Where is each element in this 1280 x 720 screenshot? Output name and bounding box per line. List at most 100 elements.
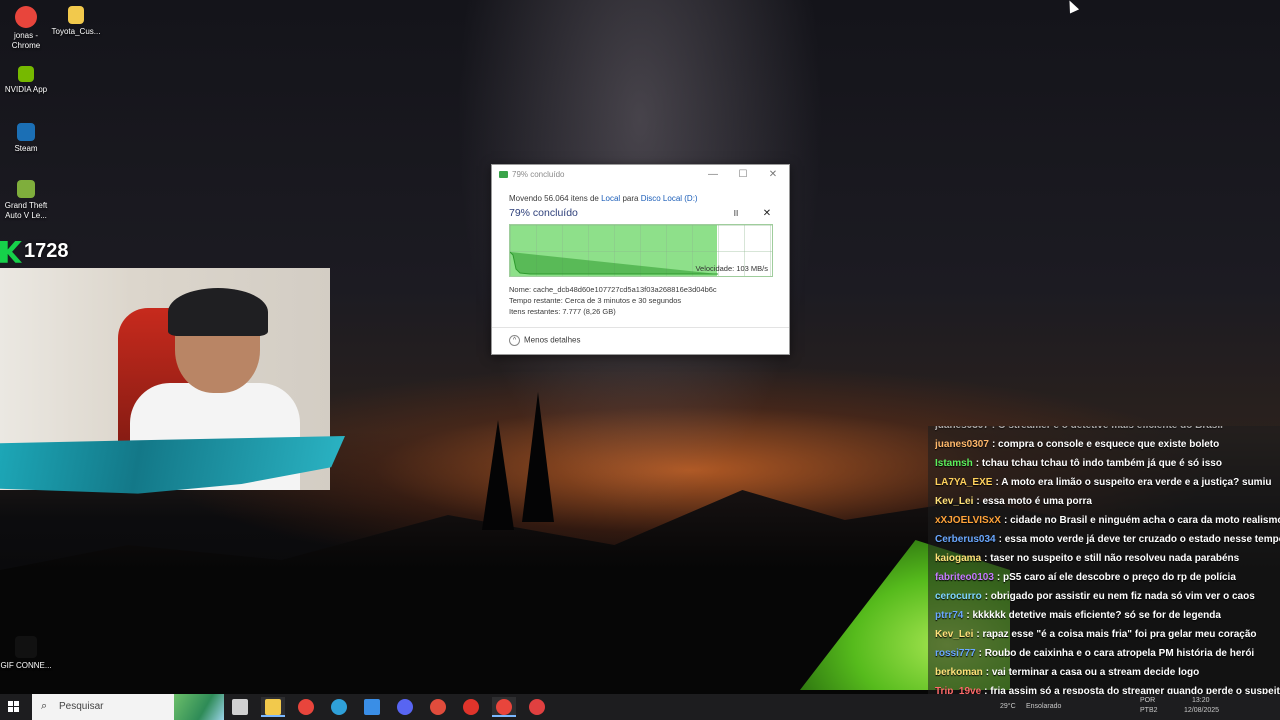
gif-connector-icon [15, 636, 37, 658]
copy-progress-icon [499, 171, 508, 178]
items-remaining-line: Itens restantes: 7.777 (8,26 GB) [509, 307, 616, 316]
close-button[interactable]: ✕ [758, 167, 788, 183]
chat-message: LA7YA_EXE: A moto era limão o suspeito e… [935, 477, 1280, 496]
desktop-icon-label: Grand Theft Auto V Le... [4, 201, 48, 220]
chat-text: essa moto é uma porra [982, 496, 1092, 507]
chat-message: Kev_Lei: rapaz esse "é a coisa mais fria… [935, 629, 1280, 648]
chat-username[interactable]: Istamsh [935, 458, 973, 469]
chat-text: A moto era limão o suspeito era verde e … [1001, 477, 1272, 488]
chat-username[interactable]: berkoman [935, 667, 983, 678]
task-view-icon [232, 699, 248, 715]
weather-text: Ensolarado [1026, 703, 1062, 710]
less-details-button[interactable]: ^ Menos detalhes [509, 335, 580, 346]
chat-username[interactable]: ptrr74 [935, 610, 963, 621]
start-button[interactable] [8, 701, 20, 713]
search-highlight-image [174, 694, 224, 720]
taskbar-app-discord[interactable] [393, 697, 417, 717]
language-indicator[interactable]: POR [1140, 697, 1155, 704]
chat-username[interactable]: Cerberus034 [935, 534, 996, 545]
chat-username[interactable]: Kev_Lei [935, 496, 973, 507]
chat-text: taser no suspeito e still não resolveu n… [990, 553, 1240, 564]
webcam-person-cap [168, 288, 268, 336]
speed-label: Velocidade: 103 MB/s [695, 264, 768, 273]
search-icon: ⌕ [41, 700, 48, 712]
taskbar-app-task-view[interactable] [228, 697, 252, 717]
system-tray[interactable]: 29°C Ensolarado POR PTB2 13:20 12/08/202… [960, 694, 1280, 720]
chat-text: essa moto verde já deve ter cruzado o es… [1004, 534, 1280, 545]
maximize-button[interactable]: ☐ [728, 167, 758, 183]
nvidia-icon [18, 66, 34, 82]
chat-username[interactable]: xXJOELVISxX [935, 515, 1001, 526]
move-description: Movendo 56.064 itens de Local para Disco… [509, 194, 698, 203]
chat-text: compra o console e esquece que existe bo… [998, 439, 1220, 450]
chat-text: vai terminar a casa ou a stream decide l… [991, 667, 1200, 678]
transfer-speed-graph: Velocidade: 103 MB/s [509, 224, 773, 277]
taskbar: ⌕ Pesquisar 29°C Ensolarado POR PTB2 13:… [0, 694, 1280, 720]
taskbar-app-streamer-app[interactable] [426, 697, 450, 717]
file-name-line: Nome: cache_dcb48d60e107727cd5a13f03a268… [509, 285, 717, 294]
taskbar-app-adobe-app[interactable] [459, 697, 483, 717]
chat-message: cerocurro: obrigado por assistir eu nem … [935, 591, 1280, 610]
chat-username[interactable]: cerocurro [935, 591, 982, 602]
chat-text: kkkkkk detetive mais eficiente? só se fo… [972, 610, 1221, 621]
file-explorer-icon [265, 699, 281, 715]
clock-time[interactable]: 13:20 [1192, 697, 1210, 704]
keyboard-layout[interactable]: PTB2 [1140, 707, 1158, 714]
desktop-icon-label: Steam [14, 144, 38, 153]
folder-icon [68, 6, 84, 24]
windows-logo-icon [8, 701, 13, 706]
source-link[interactable]: Local [601, 194, 620, 203]
desktop-icon-nvidia[interactable]: NVIDIA App [0, 66, 52, 95]
chevron-up-icon: ^ [509, 335, 520, 346]
move-prefix: Movendo 56.064 itens de [509, 194, 599, 203]
desktop-icon-folder[interactable]: Toyota_Cus... [50, 6, 102, 37]
clock-date[interactable]: 12/08/2025 [1184, 707, 1219, 714]
taskbar-app-chrome[interactable] [294, 697, 318, 717]
chat-message: berkoman: vai terminar a casa ou a strea… [935, 667, 1280, 686]
destination-link[interactable]: Disco Local (D:) [641, 194, 698, 203]
chrome-profile-icon [496, 699, 512, 715]
pause-button[interactable]: II [730, 208, 742, 220]
chat-message: Cerberus034: essa moto verde já deve ter… [935, 534, 1280, 553]
taskbar-app-obs[interactable] [525, 697, 549, 717]
windows-logo-icon [14, 707, 19, 712]
dialog-title-bar[interactable]: 79% concluído — ☐ ✕ [492, 165, 789, 185]
taskbar-app-chrome-profile[interactable] [492, 697, 516, 717]
chat-username[interactable]: juanes0307 [935, 439, 989, 450]
taskbar-search[interactable]: ⌕ Pesquisar [32, 694, 224, 720]
time-remaining-line: Tempo restante: Cerca de 3 minutos e 30 … [509, 296, 682, 305]
desktop-icon-gta[interactable]: Grand Theft Auto V Le... [0, 180, 52, 221]
dialog-title: 79% concluído [512, 170, 565, 179]
desktop-icon-label: NVIDIA App [4, 85, 48, 94]
desktop-icon-chrome[interactable]: jonas - Chrome [0, 6, 52, 51]
discord-icon [397, 699, 413, 715]
taskbar-app-file-explorer[interactable] [261, 697, 285, 717]
chat-message: Istamsh: tchau tchau tchau tô indo també… [935, 458, 1280, 477]
cancel-button[interactable]: ✕ [761, 208, 773, 220]
file-move-dialog[interactable]: 79% concluído — ☐ ✕ Movendo 56.064 itens… [491, 164, 790, 355]
kick-logo-icon [0, 240, 22, 263]
taskbar-app-microsoft-store[interactable] [360, 697, 384, 717]
chat-username[interactable]: LA7YA_EXE [935, 477, 992, 488]
percent-complete: 79% concluído [509, 207, 578, 219]
chat-text: pS5 caro aí ele descobre o preço do rp d… [1003, 572, 1236, 583]
chat-message: Kev_Lei: essa moto é uma porra [935, 496, 1280, 515]
chat-username[interactable]: rossi777 [935, 648, 976, 659]
chat-username[interactable]: kaiogama [935, 553, 981, 564]
chat-message: juanes0307: compra o console e esquece q… [935, 439, 1280, 458]
chrome-icon [15, 6, 37, 28]
windows-logo-icon [8, 707, 13, 712]
desktop-icon-steam[interactable]: Steam [0, 123, 52, 154]
chat-message: fabriteo0103: pS5 caro aí ele descobre o… [935, 572, 1280, 591]
windows-logo-icon [14, 701, 19, 706]
chat-text: cidade no Brasil e ninguém acha o cara d… [1010, 515, 1280, 526]
chat-text: obrigado por assistir eu nem fiz nada só… [990, 591, 1255, 602]
gta-icon [17, 180, 35, 198]
minimize-button[interactable]: — [698, 167, 728, 183]
chat-text: rapaz esse "é a coisa mais fria" foi pra… [982, 629, 1257, 640]
chat-username[interactable]: Kev_Lei [935, 629, 973, 640]
desktop-icon-gif-connector[interactable]: GIF CONNE... [0, 636, 52, 671]
microsoft-store-icon [364, 699, 380, 715]
chat-username[interactable]: fabriteo0103 [935, 572, 994, 583]
taskbar-app-edge[interactable] [327, 697, 351, 717]
